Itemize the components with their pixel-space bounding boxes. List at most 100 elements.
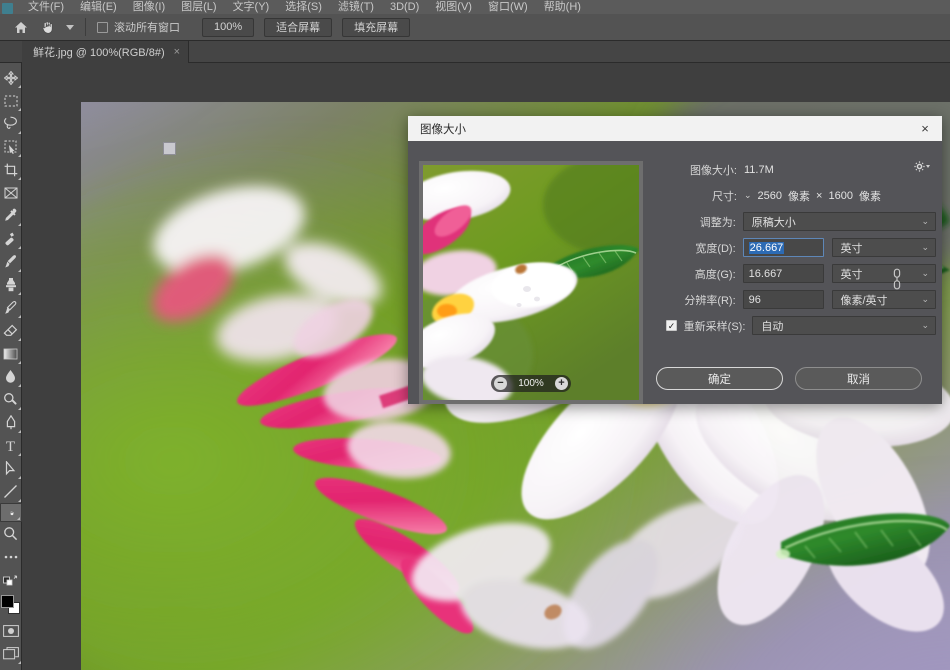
app-logo-icon xyxy=(2,3,13,14)
link-chain-icon[interactable] xyxy=(892,267,902,295)
crop-tool[interactable] xyxy=(0,158,22,181)
flyout-triangle-icon xyxy=(17,315,21,318)
chevron-down-icon: ⌄ xyxy=(921,320,929,330)
resolution-unit-select[interactable]: 像素/英寸 ⌄ xyxy=(831,290,936,309)
svg-text:T: T xyxy=(6,439,15,453)
width-input[interactable]: 26.667 xyxy=(742,238,824,257)
width-unit-value: 英寸 xyxy=(840,242,863,255)
screen-mode-icon[interactable] xyxy=(0,642,22,665)
menu-item-file[interactable]: 文件(F) xyxy=(20,1,72,13)
dimensions-row: 尺寸: ⌄ 2560 像素 × 1600 像素 xyxy=(656,185,936,206)
photoshop-window: 文件(F) 编辑(E) 图像(I) 图层(L) 文字(Y) 选择(S) 滤镜(T… xyxy=(0,0,950,670)
dimensions-value-group[interactable]: ⌄ 2560 像素 × 1600 像素 xyxy=(744,188,881,204)
flyout-triangle-icon xyxy=(17,384,21,387)
menu-item-view[interactable]: 视图(V) xyxy=(427,1,480,13)
tools-panel: T xyxy=(0,63,22,670)
checkbox-box xyxy=(97,21,108,33)
width-unit-select[interactable]: 英寸 ⌄ xyxy=(831,238,936,257)
hand-tool-icon[interactable] xyxy=(34,19,62,35)
width-value: 26.667 xyxy=(748,241,785,254)
move-tool[interactable] xyxy=(0,66,22,89)
close-icon[interactable]: × xyxy=(916,120,934,138)
spot-healing-brush-tool[interactable] xyxy=(0,227,22,250)
rectangular-marquee-tool[interactable] xyxy=(0,89,22,112)
options-divider xyxy=(85,18,86,36)
resample-row: ✓ 重新采样(S): 自动 ⌄ xyxy=(666,315,936,336)
chevron-down-icon[interactable]: ⌄ xyxy=(744,190,752,201)
cancel-button[interactable]: 取消 xyxy=(795,367,922,390)
type-tool[interactable]: T xyxy=(0,434,22,457)
menu-item-filter[interactable]: 滤镜(T) xyxy=(330,1,382,13)
preview-zoom-level: 100% xyxy=(518,378,544,389)
history-brush-tool[interactable] xyxy=(0,296,22,319)
zoom-tool[interactable] xyxy=(0,522,22,545)
menu-item-edit[interactable]: 编辑(E) xyxy=(72,1,125,13)
zoom-out-icon[interactable]: − xyxy=(494,377,507,390)
menu-item-help[interactable]: 帮助(H) xyxy=(536,1,589,13)
preview-thumbnail xyxy=(423,165,639,400)
menu-item-type[interactable]: 文字(Y) xyxy=(225,1,278,13)
dialog-title: 图像大小 xyxy=(420,123,466,136)
height-unit-select[interactable]: 英寸 ⌄ xyxy=(831,264,936,283)
chevron-down-icon[interactable] xyxy=(62,24,78,30)
height-input[interactable]: 16.667 xyxy=(742,264,824,283)
preview-zoom-control[interactable]: − 100% + xyxy=(491,375,571,392)
chevron-down-icon: ⌄ xyxy=(921,268,929,278)
resample-select[interactable]: 自动 ⌄ xyxy=(752,316,936,335)
path-selection-tool[interactable] xyxy=(0,457,22,480)
menu-item-window[interactable]: 窗口(W) xyxy=(480,1,536,13)
line-shape-tool[interactable] xyxy=(0,480,22,503)
blur-tool[interactable] xyxy=(0,365,22,388)
flyout-triangle-icon xyxy=(17,269,21,272)
ok-button[interactable]: 确定 xyxy=(656,367,783,390)
eraser-tool[interactable] xyxy=(0,319,22,342)
dialog-title-bar[interactable]: 图像大小 × xyxy=(408,116,942,141)
edit-toolbar-tool[interactable] xyxy=(0,545,22,568)
fit-screen-button[interactable]: 适合屏幕 xyxy=(264,17,333,37)
image-size-label: 图像大小: xyxy=(689,164,737,177)
lasso-tool[interactable] xyxy=(0,112,22,135)
gear-icon[interactable] xyxy=(914,161,930,172)
quick-selection-tool[interactable] xyxy=(0,135,22,158)
quick-mask-icon[interactable] xyxy=(0,619,22,642)
flyout-triangle-icon xyxy=(17,223,21,226)
flyout-triangle-icon xyxy=(17,661,21,664)
resolution-input[interactable]: 96 xyxy=(742,290,824,309)
width-row: 宽度(D): 26.667 英寸 ⌄ xyxy=(656,237,936,258)
zoom-100-button[interactable]: 100% xyxy=(202,17,255,37)
zoom-in-icon[interactable]: + xyxy=(554,377,568,390)
eyedropper-tool[interactable] xyxy=(0,204,22,227)
dimensions-label: 尺寸: xyxy=(711,190,737,203)
menu-item-layer[interactable]: 图层(L) xyxy=(173,1,224,13)
resample-checkbox[interactable]: ✓ xyxy=(666,320,677,331)
clone-stamp-tool[interactable] xyxy=(0,273,22,296)
document-tab-bar: 鲜花.jpg @ 100%(RGB/8#) × xyxy=(0,41,950,63)
gradient-tool[interactable] xyxy=(0,342,22,365)
close-icon[interactable]: × xyxy=(174,46,180,58)
hand-tool[interactable] xyxy=(0,503,22,522)
default-colors-tool[interactable] xyxy=(0,568,22,591)
menu-item-select[interactable]: 选择(S) xyxy=(277,1,330,13)
brush-tool[interactable] xyxy=(0,250,22,273)
preview-image[interactable]: − 100% + xyxy=(423,165,639,400)
dialog-fields: 图像大小: 11.7M 尺寸: ⌄ 2560 像素 × 1600 像素 调整为:… xyxy=(656,159,936,341)
fill-screen-button[interactable]: 填充屏幕 xyxy=(342,17,411,37)
menu-item-image[interactable]: 图像(I) xyxy=(125,1,173,13)
flyout-triangle-icon xyxy=(17,246,21,249)
dodge-tool[interactable] xyxy=(0,388,22,411)
flyout-triangle-icon xyxy=(17,476,21,479)
foreground-background-color-swatch[interactable] xyxy=(0,593,22,619)
foreground-color-swatch[interactable] xyxy=(0,595,14,608)
canvas-corner-handle[interactable] xyxy=(163,142,176,155)
scroll-all-windows-checkbox[interactable]: 滚动所有窗口 xyxy=(97,19,180,35)
menu-bar: 文件(F) 编辑(E) 图像(I) 图层(L) 文字(Y) 选择(S) 滤镜(T… xyxy=(0,0,950,14)
document-tab[interactable]: 鲜花.jpg @ 100%(RGB/8#) × xyxy=(22,41,190,63)
chevron-down-icon: ⌄ xyxy=(921,242,929,252)
fit-to-select[interactable]: 原稿大小 ⌄ xyxy=(742,212,936,231)
pen-tool[interactable] xyxy=(0,411,22,434)
height-unit-value: 英寸 xyxy=(840,268,863,281)
home-icon[interactable] xyxy=(8,21,34,34)
image-size-dialog: 图像大小 × − 100% + 图像大小: 11.7M 尺寸: ⌄ 2560 像… xyxy=(408,116,942,404)
menu-item-3d[interactable]: 3D(D) xyxy=(382,1,427,13)
frame-tool[interactable] xyxy=(0,181,22,204)
